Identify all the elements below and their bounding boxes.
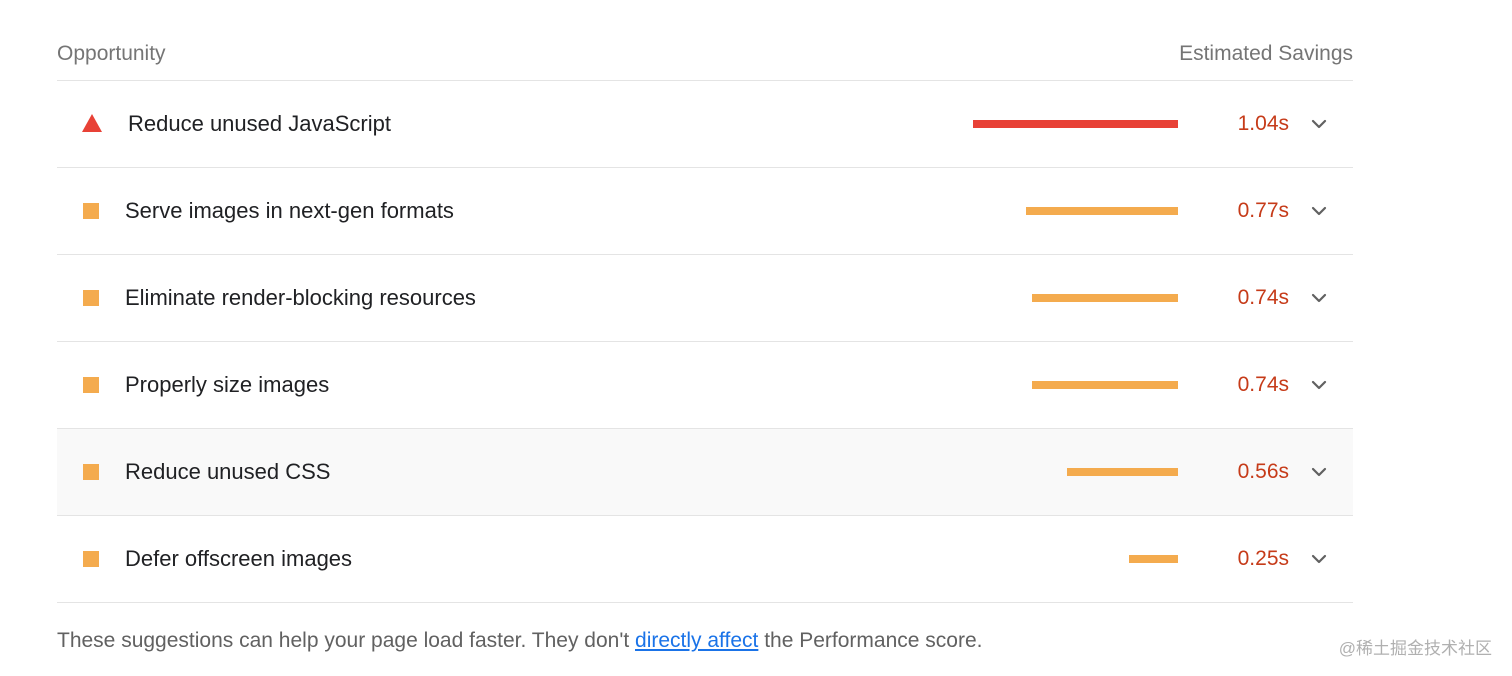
footer-text-before: These suggestions can help your page loa… [57,629,636,652]
opportunity-row-properly-size-images[interactable]: Properly size images 0.74s [57,342,1353,429]
savings-bar-fill [1032,381,1178,389]
opportunity-row-reduce-unused-css[interactable]: Reduce unused CSS 0.56s [57,429,1353,516]
directly-affect-link[interactable]: directly affect [635,629,758,652]
opportunity-title: Defer offscreen images [125,546,353,571]
average-square-icon [57,549,125,569]
savings-bar-fill [973,120,1178,128]
opportunity-title: Serve images in next-gen formats [125,198,454,223]
savings-value: 0.77s [1237,199,1289,222]
opportunity-title: Eliminate render-blocking resources [125,285,476,310]
chevron-down-icon[interactable] [1311,203,1327,219]
savings-bar [973,120,1178,128]
savings-value: 1.04s [1237,112,1289,135]
opportunities-header: Opportunity Estimated Savings [57,30,1353,81]
chevron-down-icon[interactable] [1311,551,1327,567]
savings-bar [973,207,1178,215]
savings-value: 0.74s [1237,373,1289,396]
average-square-icon [57,201,125,221]
opportunity-row-render-blocking[interactable]: Eliminate render-blocking resources 0.74… [57,255,1353,342]
site-watermark: @稀土掘金技术社区 [1338,639,1492,658]
savings-bar-fill [1026,207,1178,215]
savings-value: 0.25s [1237,547,1289,570]
average-square-icon [57,462,125,482]
chevron-down-icon[interactable] [1311,464,1327,480]
savings-bar-fill [1067,468,1178,476]
average-square-icon [57,375,125,395]
savings-value: 0.56s [1237,460,1289,483]
savings-bar-fill [1032,294,1178,302]
opportunity-row-next-gen-formats[interactable]: Serve images in next-gen formats 0.77s [57,168,1353,255]
opportunity-title: Reduce unused JavaScript [128,111,391,136]
opportunity-title: Reduce unused CSS [125,459,331,484]
opportunity-title: Properly size images [125,372,330,397]
savings-bar [973,381,1178,389]
opportunity-row-defer-offscreen-images[interactable]: Defer offscreen images 0.25s [57,516,1353,603]
savings-bar [973,555,1178,563]
fail-triangle-icon [57,114,125,134]
opportunities-panel: Opportunity Estimated Savings Reduce unu… [57,30,1353,603]
chevron-down-icon[interactable] [1311,116,1327,132]
opportunity-row-reduce-unused-javascript[interactable]: Reduce unused JavaScript 1.04s [57,81,1353,168]
chevron-down-icon[interactable] [1311,290,1327,306]
savings-bar-fill [1128,555,1178,563]
opportunities-footer-note: These suggestions can help your page loa… [57,629,982,653]
estimated-savings-column-label: Estimated Savings [1179,41,1353,65]
footer-text-after: the Performance score. [758,629,983,652]
savings-bar [973,294,1178,302]
savings-bar [973,468,1178,476]
opportunity-column-label: Opportunity [57,41,166,65]
average-square-icon [57,288,125,308]
chevron-down-icon[interactable] [1311,377,1327,393]
savings-value: 0.74s [1237,286,1289,309]
